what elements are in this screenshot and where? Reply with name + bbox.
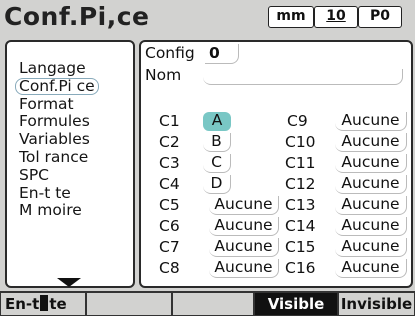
channel-value-c16[interactable]: Aucune: [335, 259, 407, 278]
screen: Conf.Pi,ce mm 10 P0 Langage Conf.Pi ce F…: [0, 0, 415, 316]
cursor-icon: [40, 295, 49, 311]
channel-value-c6[interactable]: Aucune: [209, 217, 279, 236]
menu-item-tolerance[interactable]: Tol rance: [19, 147, 99, 167]
channel-value-c14[interactable]: Aucune: [335, 217, 407, 236]
channel-label: C1: [159, 112, 180, 130]
menu-item-en-tete[interactable]: En-t te: [19, 183, 99, 203]
menu-item-label: Conf.Pi ce: [15, 77, 99, 95]
softkey-bar: En-t te Visible Invisible: [0, 291, 415, 316]
channel-label: C2: [159, 133, 180, 151]
channel-value-c11[interactable]: Aucune: [335, 154, 407, 173]
channel-value-c1[interactable]: A: [203, 112, 231, 131]
channel-label: C10: [285, 133, 316, 151]
menu-list: Langage Conf.Pi ce Format Formules Varia…: [15, 59, 99, 220]
channel-label: C4: [159, 175, 180, 193]
menu-item-langage[interactable]: Langage: [19, 59, 99, 78]
page-title: Conf.Pi,ce: [4, 2, 150, 31]
channel-label: C13: [285, 196, 316, 214]
channel-label: C12: [285, 175, 316, 193]
softkey-3[interactable]: [172, 291, 254, 316]
menu-item-formules[interactable]: Formules: [19, 112, 99, 131]
channel-value-c9[interactable]: Aucune: [335, 112, 407, 131]
softkey-label-part: te: [49, 295, 67, 313]
menu-item-label: Formules: [19, 112, 90, 131]
channel-value-c4[interactable]: D: [203, 175, 231, 194]
menu-item-label: M moire: [19, 201, 82, 220]
channel-label: C16: [285, 259, 316, 277]
channel-value-c3[interactable]: C: [203, 154, 231, 173]
channel-label: C6: [159, 217, 180, 235]
channel-value-c8[interactable]: Aucune: [209, 259, 279, 278]
softkey-label-part: En-t: [5, 295, 40, 313]
channel-value-c12[interactable]: Aucune: [335, 175, 407, 194]
resolution-value: 10: [326, 8, 346, 24]
resolution-indicator[interactable]: 10: [314, 6, 358, 28]
channel-label: C7: [159, 238, 180, 256]
channel-value-c10[interactable]: Aucune: [335, 133, 407, 152]
menu-item-variables[interactable]: Variables: [19, 130, 99, 149]
softkey-visible[interactable]: Visible: [254, 291, 338, 316]
config-field[interactable]: 0: [205, 44, 239, 64]
menu-item-memoire[interactable]: M moire: [19, 201, 99, 220]
softkey-2[interactable]: [86, 291, 172, 316]
channel-label: C3: [159, 154, 180, 172]
channel-value-c2[interactable]: B: [203, 133, 231, 152]
channel-value-c7[interactable]: Aucune: [209, 238, 279, 257]
unit-indicator[interactable]: mm: [268, 6, 314, 28]
settings-menu: Langage Conf.Pi ce Format Formules Varia…: [5, 40, 135, 288]
menu-item-spc[interactable]: SPC: [19, 165, 99, 185]
channel-label: C9: [287, 112, 308, 130]
menu-item-label: Tol rance: [19, 147, 89, 166]
channel-label: C15: [285, 238, 316, 256]
channel-value-c15[interactable]: Aucune: [335, 238, 407, 257]
channel-value-c13[interactable]: Aucune: [335, 196, 407, 215]
config-panel: Config 0 Nom C1 A C2 B C3 C C4 D C5 Aucu…: [139, 40, 413, 288]
softkey-invisible[interactable]: Invisible: [338, 291, 415, 316]
softkey-en-tete[interactable]: En-t te: [0, 291, 86, 316]
menu-item-label: Variables: [19, 130, 90, 149]
menu-item-format[interactable]: Format: [19, 94, 99, 114]
channel-label: C14: [285, 217, 316, 235]
channel-value-c5[interactable]: Aucune: [209, 196, 279, 215]
menu-item-label: Langage: [19, 59, 86, 77]
down-arrow-icon[interactable]: [57, 278, 81, 287]
menu-item-label: SPC: [19, 165, 50, 184]
menu-item-label: En-t te: [19, 183, 71, 202]
channel-label: C11: [285, 154, 316, 172]
config-label: Config: [145, 44, 195, 62]
program-indicator[interactable]: P0: [358, 6, 402, 28]
channel-label: C5: [159, 196, 180, 214]
menu-item-conf-piece[interactable]: Conf.Pi ce: [15, 77, 99, 96]
channel-label: C8: [159, 259, 180, 277]
name-field[interactable]: [203, 69, 403, 85]
name-label: Nom: [145, 66, 182, 84]
menu-item-label: Format: [19, 94, 74, 113]
